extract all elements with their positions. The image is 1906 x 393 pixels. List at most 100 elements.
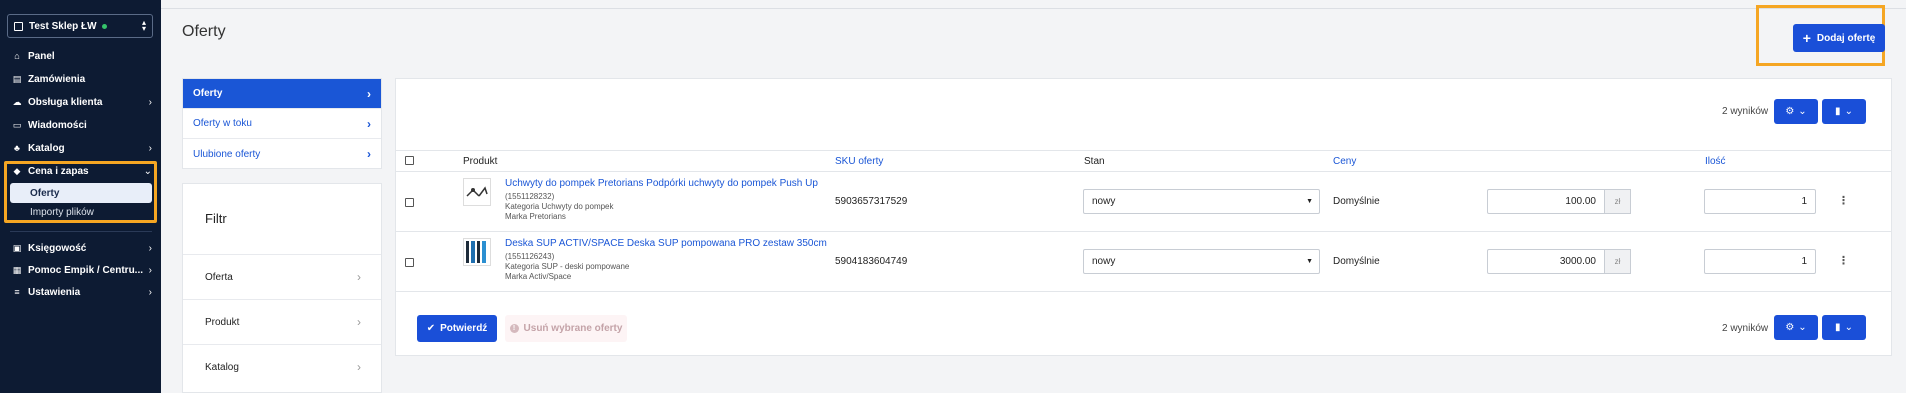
product-thumbnail	[463, 178, 491, 206]
product-thumbnail	[463, 238, 491, 266]
chevron-right-icon: ›	[148, 264, 152, 276]
support-icon: ☁	[12, 96, 22, 107]
chevron-right-icon: ›	[357, 360, 361, 374]
product-name-link[interactable]: Uchwyty do pompek Pretorians Podpórki uc…	[505, 178, 818, 189]
sidebar: Test Sklep ŁW ▴ ▾ ⌂ Panel ▤ Zamówienia ☁ …	[0, 0, 161, 393]
state-select[interactable]: nowy ▼	[1083, 189, 1320, 214]
sidebar-item-price-stock[interactable]: ◆ Cena i zapas ⌄	[12, 163, 152, 179]
tab-offers-in-progress[interactable]: Oferty w toku ›	[183, 109, 381, 139]
table-row: Deska SUP ACTIV/SPACE Deska SUP pompowan…	[395, 232, 1892, 292]
warning-icon: !	[509, 324, 519, 333]
chevron-down-icon: ⌄	[1798, 322, 1807, 333]
row-checkbox[interactable]	[405, 258, 414, 267]
chevron-right-icon: ›	[367, 86, 371, 101]
price-input[interactable]: 100.00	[1487, 189, 1605, 214]
col-quantity[interactable]: Ilość	[1705, 156, 1726, 167]
product-category: Kategoria SUP - deski pompowane	[505, 262, 630, 271]
chevron-right-icon: ›	[148, 286, 152, 298]
offer-tabs: Oferty › Oferty w toku › Ulubione oferty…	[182, 78, 382, 169]
help-icon: ▦	[12, 264, 22, 275]
table-row: Uchwyty do pompek Pretorians Podpórki uc…	[395, 172, 1892, 232]
more-options-icon[interactable]: ⋮	[1838, 254, 1849, 267]
confirm-button[interactable]: ✔ Potwierdź	[417, 315, 497, 342]
product-brand: Marka Pretorians	[505, 212, 566, 221]
page-title: Oferty	[182, 23, 226, 40]
home-icon: ⌂	[14, 51, 20, 61]
table-header: Produkt SKU oferty Stan Ceny Ilość	[395, 150, 1892, 172]
state-select[interactable]: nowy ▼	[1083, 249, 1320, 274]
plus-icon: +	[1802, 30, 1811, 46]
currency-label: zł	[1605, 189, 1631, 214]
chevron-right-icon: ›	[357, 315, 361, 329]
chevron-down-icon: ⌄	[1844, 106, 1853, 117]
more-options-icon[interactable]: ⋮	[1838, 194, 1849, 207]
delete-selected-button[interactable]: ! Usuń wybrane oferty	[505, 315, 627, 342]
shop-selector[interactable]: Test Sklep ŁW ▴ ▾	[7, 14, 153, 38]
product-id: (1551126243)	[505, 252, 555, 261]
quantity-input[interactable]: 1	[1704, 249, 1816, 274]
sidebar-item-orders[interactable]: ▤ Zamówienia	[12, 71, 152, 87]
caret-down-icon: ▼	[1306, 198, 1313, 205]
col-sku[interactable]: SKU oferty	[835, 156, 883, 167]
add-offer-button[interactable]: + Dodaj ofertę	[1793, 24, 1885, 52]
settings-icon: ≡	[14, 287, 20, 297]
chevron-down-icon: ⌄	[1844, 322, 1853, 333]
updown-chevron-icon: ▴ ▾	[141, 18, 146, 33]
filter-catalog[interactable]: Katalog ›	[183, 344, 381, 389]
quantity-input[interactable]: 1	[1704, 189, 1816, 214]
tab-favorite-offers[interactable]: Ulubione oferty ›	[183, 139, 381, 169]
export-button[interactable]: ▮ ⌄	[1822, 315, 1866, 340]
product-name-link[interactable]: Deska SUP ACTIV/SPACE Deska SUP pompowan…	[505, 238, 827, 249]
gear-icon: ⚙	[1785, 322, 1795, 333]
sidebar-subitem-imports[interactable]: Importy plików	[30, 207, 94, 218]
sidebar-item-messages[interactable]: ▭ Wiadomości	[12, 117, 152, 133]
row-checkbox[interactable]	[405, 198, 414, 207]
caret-down-icon: ▼	[1306, 258, 1313, 265]
price-input[interactable]: 3000.00	[1487, 249, 1605, 274]
top-divider	[161, 8, 1906, 9]
document-icon: ▮	[1835, 322, 1841, 333]
sidebar-item-catalog[interactable]: ♣ Katalog ›	[12, 140, 152, 156]
messages-icon: ▭	[12, 119, 22, 130]
chevron-right-icon: ›	[367, 147, 371, 161]
filter-product[interactable]: Produkt ›	[183, 299, 381, 344]
tag-icon: ◆	[13, 165, 21, 176]
export-button[interactable]: ▮ ⌄	[1822, 99, 1866, 124]
chevron-right-icon: ›	[357, 270, 361, 284]
sidebar-item-support[interactable]: ☁ Obsługa klienta ›	[12, 94, 153, 110]
columns-settings-button[interactable]: ⚙ ⌄	[1774, 99, 1818, 124]
sidebar-item-help[interactable]: ▦ Pomoc Empik / Centru... ›	[12, 262, 152, 278]
filter-panel: Filtr Oferta › Produkt › Katalog ›	[182, 183, 382, 393]
chevron-right-icon: ›	[148, 96, 152, 108]
sku-value: 5903657317529	[835, 196, 908, 207]
tab-offers[interactable]: Oferty ›	[183, 79, 381, 109]
columns-settings-button[interactable]: ⚙ ⌄	[1774, 315, 1818, 340]
chevron-down-icon: ⌄	[1798, 106, 1807, 117]
results-count: 2 wyników	[1722, 323, 1769, 334]
gear-icon: ⚙	[1785, 106, 1795, 117]
chevron-down-icon: ⌄	[143, 165, 152, 177]
price-type: Domyślnie	[1333, 196, 1380, 207]
col-product: Produkt	[463, 156, 498, 167]
product-brand: Marka Activ/Space	[505, 272, 572, 281]
sidebar-item-settings[interactable]: ≡ Ustawienia ›	[12, 284, 152, 300]
product-id: (1551128232)	[505, 192, 555, 201]
catalog-icon: ♣	[14, 143, 20, 153]
chevron-right-icon: ›	[367, 116, 371, 131]
sidebar-item-panel[interactable]: ⌂ Panel	[12, 48, 152, 64]
filter-title: Filtr	[205, 211, 227, 226]
results-count: 2 wyników	[1722, 106, 1769, 117]
sku-value: 5904183604749	[835, 256, 908, 267]
status-dot-icon	[101, 23, 107, 29]
col-prices[interactable]: Ceny	[1333, 156, 1356, 167]
filter-offer[interactable]: Oferta ›	[183, 254, 381, 299]
sidebar-item-accounting[interactable]: ▣ Księgowość ›	[12, 240, 152, 256]
check-icon: ✔	[426, 323, 436, 334]
select-all-checkbox[interactable]	[405, 156, 414, 165]
chevron-right-icon: ›	[148, 142, 152, 154]
sidebar-subitem-offers[interactable]: Oferty	[10, 183, 152, 203]
col-state: Stan	[1084, 156, 1105, 167]
product-category: Kategoria Uchwyty do pompek	[505, 202, 614, 211]
chevron-right-icon: ›	[148, 242, 152, 254]
currency-label: zł	[1605, 249, 1631, 274]
